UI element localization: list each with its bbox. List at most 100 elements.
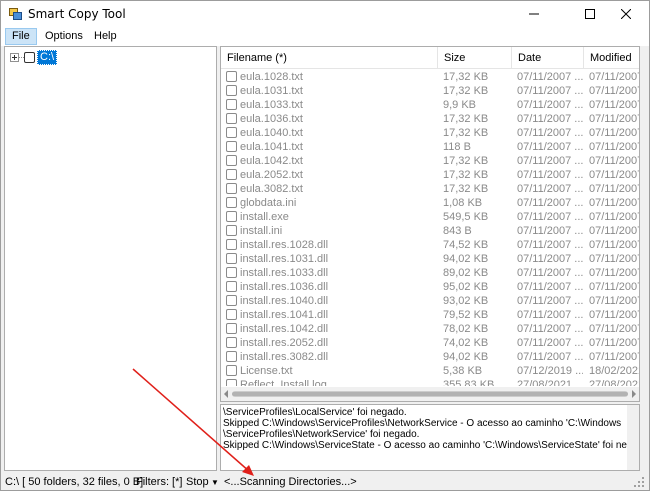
file-row[interactable]: eula.3082.txt 17,32 KB 07/11/2007 ... 07/11… <box>221 182 639 196</box>
file-checkbox[interactable] <box>226 337 237 348</box>
file-list[interactable]: Filename (*) Size Date Modified eula.102… <box>220 46 640 402</box>
tree-expand-icon[interactable] <box>10 52 19 62</box>
tree-node-label[interactable]: C:\ <box>37 49 58 65</box>
file-row[interactable]: install.res.1042.dll 78,02 KB 07/11/2007 .… <box>221 322 639 336</box>
file-modified: 07/11/2007 <box>589 141 639 153</box>
file-date: 07/11/2007 ... <box>517 239 583 251</box>
file-checkbox[interactable] <box>226 281 237 292</box>
file-checkbox[interactable] <box>226 379 237 386</box>
status-scanning: <...Scanning Directories...> <box>224 476 357 488</box>
file-name: eula.1036.txt <box>240 113 303 125</box>
file-size: 17,32 KB <box>443 127 489 139</box>
file-checkbox[interactable] <box>226 323 237 334</box>
minimize-icon <box>529 13 539 15</box>
tree-node-checkbox[interactable] <box>24 51 35 63</box>
file-checkbox[interactable] <box>226 211 237 222</box>
file-date: 07/11/2007 ... <box>517 127 583 139</box>
status-folder-info: C:\ [ 50 folders, 32 files, 0 B] <box>5 476 144 488</box>
file-name: globdata.ini <box>240 197 297 209</box>
file-date: 07/11/2007 ... <box>517 141 583 153</box>
minimize-button[interactable] <box>511 1 557 27</box>
column-filename[interactable]: Filename (*) <box>221 47 438 69</box>
file-checkbox[interactable] <box>226 113 237 124</box>
log-vertical-scrollbar[interactable] <box>627 405 639 470</box>
file-modified: 18/02/2021 <box>589 365 639 377</box>
file-checkbox[interactable] <box>226 351 237 362</box>
file-date: 07/11/2007 ... <box>517 197 583 209</box>
file-date: 07/11/2007 ... <box>517 71 583 83</box>
horizontal-scrollbar[interactable] <box>221 387 639 401</box>
file-row[interactable]: install.res.1041.dll 79,52 KB 07/11/2007 .… <box>221 308 639 322</box>
file-checkbox[interactable] <box>226 85 237 96</box>
file-row[interactable]: eula.1031.txt 17,32 KB 07/11/2007 ... 07/11… <box>221 84 639 98</box>
stop-button[interactable]: Stop <box>186 475 209 489</box>
log-output[interactable]: \ServiceProfiles\LocalService' foi negad… <box>220 404 640 471</box>
menu-file[interactable]: File <box>5 28 37 45</box>
file-name: eula.1031.txt <box>240 85 303 97</box>
file-row[interactable]: install.res.1028.dll 74,52 KB 07/11/2007 .… <box>221 238 639 252</box>
file-row[interactable]: install.res.1036.dll 95,02 KB 07/11/2007 .… <box>221 280 639 294</box>
file-name: eula.1041.txt <box>240 141 303 153</box>
file-checkbox[interactable] <box>226 295 237 306</box>
file-row[interactable]: install.res.1033.dll 89,02 KB 07/11/2007 .… <box>221 266 639 280</box>
file-row[interactable]: install.res.2052.dll 74,02 KB 07/11/2007 .… <box>221 336 639 350</box>
file-row[interactable]: eula.1042.txt 17,32 KB 07/11/2007 ... 07/11… <box>221 154 639 168</box>
file-checkbox[interactable] <box>226 253 237 264</box>
file-checkbox[interactable] <box>226 267 237 278</box>
file-checkbox[interactable] <box>226 155 237 166</box>
file-checkbox[interactable] <box>226 365 237 376</box>
file-checkbox[interactable] <box>226 71 237 82</box>
file-row[interactable]: eula.1036.txt 17,32 KB 07/11/2007 ... 07/11… <box>221 112 639 126</box>
file-checkbox[interactable] <box>226 239 237 250</box>
file-size: 79,52 KB <box>443 309 489 321</box>
menu-help[interactable]: Help <box>87 28 124 45</box>
file-checkbox[interactable] <box>226 141 237 152</box>
file-date: 07/11/2007 ... <box>517 281 583 293</box>
scrollbar-thumb[interactable] <box>232 391 628 397</box>
column-modified[interactable]: Modified <box>584 47 639 69</box>
file-date: 07/11/2007 ... <box>517 99 583 111</box>
file-row[interactable]: globdata.ini 1,08 KB 07/11/2007 ... 07/11/2… <box>221 196 639 210</box>
file-row[interactable]: Reflect_Install.log 355,83 KB 27/08/2021 .… <box>221 378 639 386</box>
file-size: 94,02 KB <box>443 253 489 265</box>
file-checkbox[interactable] <box>226 225 237 236</box>
directory-tree[interactable]: C:\ <box>4 46 217 471</box>
file-checkbox[interactable] <box>226 197 237 208</box>
file-checkbox[interactable] <box>226 309 237 320</box>
column-date[interactable]: Date <box>512 47 584 69</box>
file-checkbox[interactable] <box>226 127 237 138</box>
file-size: 1,08 KB <box>443 197 483 209</box>
column-size[interactable]: Size <box>438 47 512 69</box>
file-row[interactable]: License.txt 5,38 KB 07/12/2019 ... 18/02/20… <box>221 364 639 378</box>
scroll-left-icon[interactable] <box>223 390 230 398</box>
file-row[interactable]: eula.1040.txt 17,32 KB 07/11/2007 ... 07/11… <box>221 126 639 140</box>
file-row[interactable]: install.exe 549,5 KB 07/11/2007 ... 07/11/2… <box>221 210 639 224</box>
file-row[interactable]: install.res.1031.dll 94,02 KB 07/11/2007 .… <box>221 252 639 266</box>
app-window: Smart Copy Tool File Options Help C:\ Fi… <box>0 0 650 491</box>
file-row[interactable]: eula.1041.txt 118 B 07/11/2007 ... 07/11/20… <box>221 140 639 154</box>
file-row[interactable]: eula.2052.txt 17,32 KB 07/11/2007 ... 07/11… <box>221 168 639 182</box>
file-row[interactable]: install.res.1040.dll 93,02 KB 07/11/2007 .… <box>221 294 639 308</box>
file-row[interactable]: eula.1033.txt 9,9 KB 07/11/2007 ... 07/11/2… <box>221 98 639 112</box>
file-size: 118 B <box>443 141 471 153</box>
file-modified: 07/11/2007 <box>589 267 639 279</box>
file-size: 17,32 KB <box>443 169 489 181</box>
file-name: eula.3082.txt <box>240 183 303 195</box>
close-button[interactable] <box>603 1 649 27</box>
menu-options[interactable]: Options <box>38 28 90 45</box>
file-checkbox[interactable] <box>226 169 237 180</box>
file-name: install.res.1033.dll <box>240 267 329 279</box>
scroll-right-icon[interactable] <box>630 390 637 398</box>
file-checkbox[interactable] <box>226 183 237 194</box>
file-row[interactable]: install.ini 843 B 07/11/2007 ... 07/11/2007 <box>221 224 639 238</box>
file-modified: 07/11/2007 <box>589 337 639 349</box>
stop-dropdown-icon[interactable]: ▼ <box>211 476 219 490</box>
resize-grip-icon[interactable] <box>633 476 645 488</box>
tree-node-root[interactable]: C:\ <box>10 49 58 65</box>
file-checkbox[interactable] <box>226 99 237 110</box>
file-name: install.res.1028.dll <box>240 239 329 251</box>
file-row[interactable]: install.res.3082.dll 94,02 KB 07/11/2007 .… <box>221 350 639 364</box>
status-filters[interactable]: Filters: [*] <box>136 475 182 489</box>
file-size: 17,32 KB <box>443 71 489 83</box>
file-row[interactable]: eula.1028.txt 17,32 KB 07/11/2007 ... 07/11… <box>221 70 639 84</box>
